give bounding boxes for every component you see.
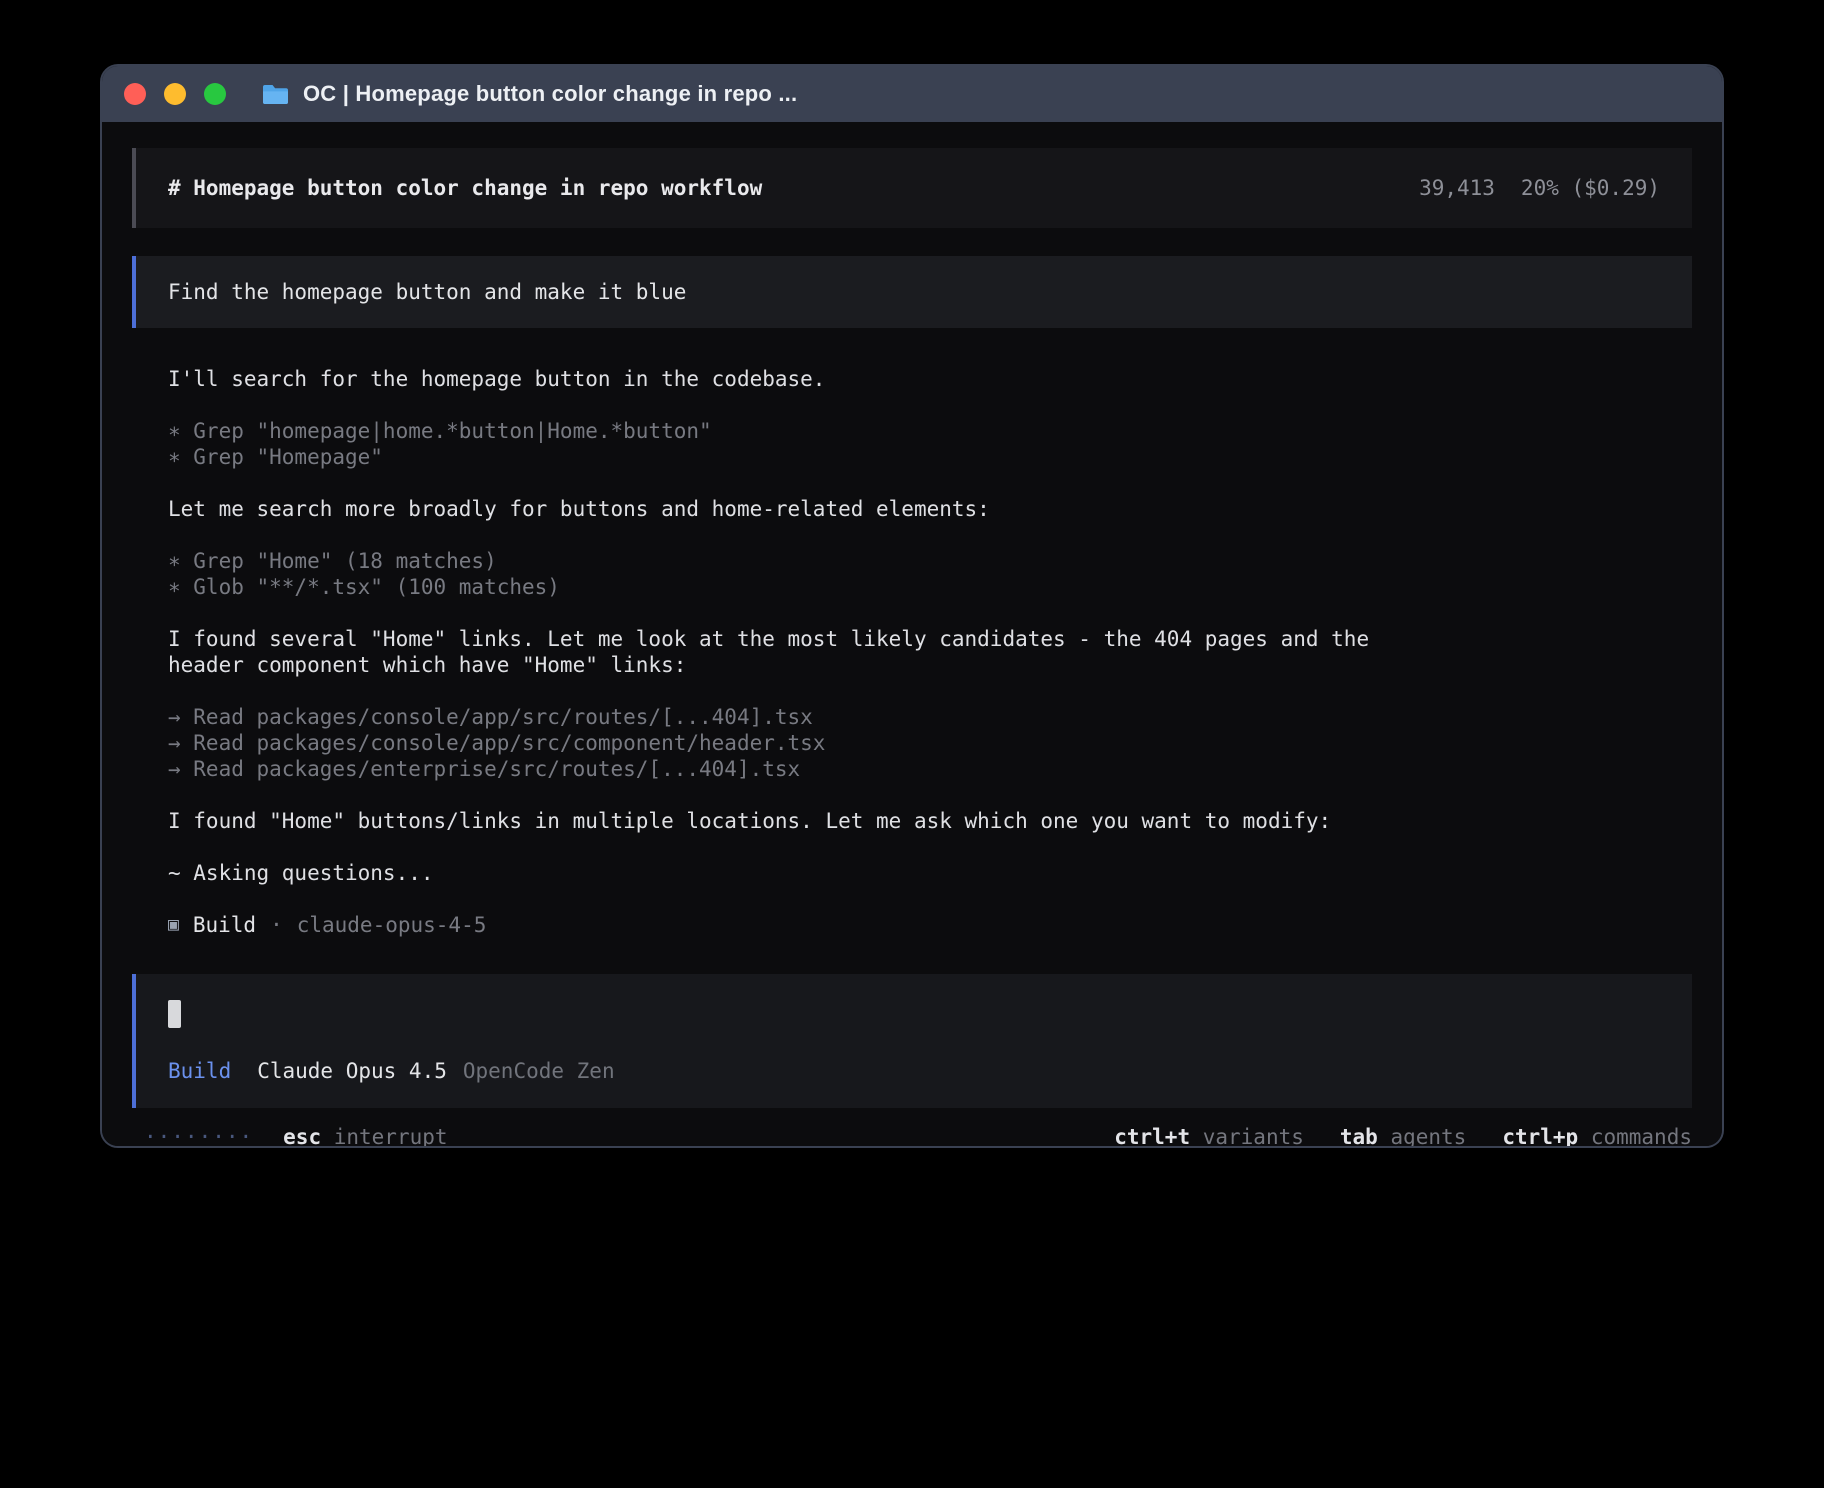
asking-questions-status: ~ Asking questions... <box>168 860 1418 886</box>
hint-label: variants <box>1190 1125 1304 1148</box>
assistant-text: I found "Home" buttons/links in multiple… <box>168 808 1418 834</box>
agent-icon: ▣ <box>168 912 179 938</box>
folder-icon <box>262 84 289 105</box>
agent-name: Build <box>193 912 256 938</box>
hint-interrupt[interactable]: esc interrupt <box>283 1124 447 1148</box>
hint-label: interrupt <box>321 1125 447 1148</box>
active-model[interactable]: Claude Opus 4.5 <box>257 1058 447 1084</box>
tool-call-grep: ∗ Grep "homepage|home.*button|Home.*butt… <box>168 418 1418 444</box>
hint-key: esc <box>283 1125 321 1148</box>
input-meta: Build Claude Opus 4.5 OpenCode Zen <box>168 1058 1660 1084</box>
hint-key: tab <box>1340 1125 1378 1148</box>
session-header: # Homepage button color change in repo w… <box>132 148 1692 228</box>
hint-commands[interactable]: ctrl+p commands <box>1502 1124 1692 1148</box>
active-agent[interactable]: Build <box>168 1058 231 1084</box>
prompt-input[interactable]: Build Claude Opus 4.5 OpenCode Zen <box>132 974 1692 1108</box>
session-title: # Homepage button color change in repo w… <box>168 175 762 201</box>
zoom-button[interactable] <box>204 83 226 105</box>
hint-variants[interactable]: ctrl+t variants <box>1114 1124 1304 1148</box>
hint-key: ctrl+t <box>1114 1125 1190 1148</box>
context-usage: 20% ($0.29) <box>1521 175 1660 201</box>
tool-call-read: → Read packages/enterprise/src/routes/[.… <box>168 756 1418 782</box>
assistant-text: Let me search more broadly for buttons a… <box>168 496 1418 522</box>
traffic-lights <box>102 83 226 105</box>
text-cursor <box>168 1000 181 1028</box>
user-message: Find the homepage button and make it blu… <box>132 256 1692 328</box>
separator-dot: · <box>270 912 283 938</box>
tool-call-grep: ∗ Grep "Homepage" <box>168 444 1418 470</box>
hint-label: commands <box>1578 1125 1692 1148</box>
terminal-body: # Homepage button color change in repo w… <box>102 122 1722 1148</box>
spinner-dots: ········ <box>144 1124 253 1148</box>
tool-call-grep: ∗ Grep "Home" (18 matches) <box>168 548 1418 574</box>
close-button[interactable] <box>124 83 146 105</box>
user-message-text: Find the homepage button and make it blu… <box>168 280 686 304</box>
agent-status-line: ▣ Build · claude-opus-4-5 <box>168 912 1692 938</box>
assistant-text: I'll search for the homepage button in t… <box>168 366 1418 392</box>
model-provider: OpenCode Zen <box>463 1058 615 1084</box>
assistant-transcript: I'll search for the homepage button in t… <box>132 366 1692 938</box>
status-bar: ········ esc interrupt ctrl+t variants t… <box>132 1124 1692 1148</box>
hint-agents[interactable]: tab agents <box>1340 1124 1466 1148</box>
token-count: 39,413 <box>1419 175 1495 201</box>
hint-key: ctrl+p <box>1502 1125 1578 1148</box>
hint-label: agents <box>1378 1125 1467 1148</box>
window-titlebar[interactable]: OC | Homepage button color change in rep… <box>102 66 1722 122</box>
terminal-window: OC | Homepage button color change in rep… <box>100 64 1724 1148</box>
minimize-button[interactable] <box>164 83 186 105</box>
assistant-text: I found several "Home" links. Let me loo… <box>168 626 1418 678</box>
title-area: OC | Homepage button color change in rep… <box>262 81 797 107</box>
tool-call-read: → Read packages/console/app/src/routes/[… <box>168 704 1418 730</box>
model-name: claude-opus-4-5 <box>297 912 487 938</box>
tool-call-glob: ∗ Glob "**/*.tsx" (100 matches) <box>168 574 1418 600</box>
window-title: OC | Homepage button color change in rep… <box>303 81 797 107</box>
tool-call-read: → Read packages/console/app/src/componen… <box>168 730 1418 756</box>
